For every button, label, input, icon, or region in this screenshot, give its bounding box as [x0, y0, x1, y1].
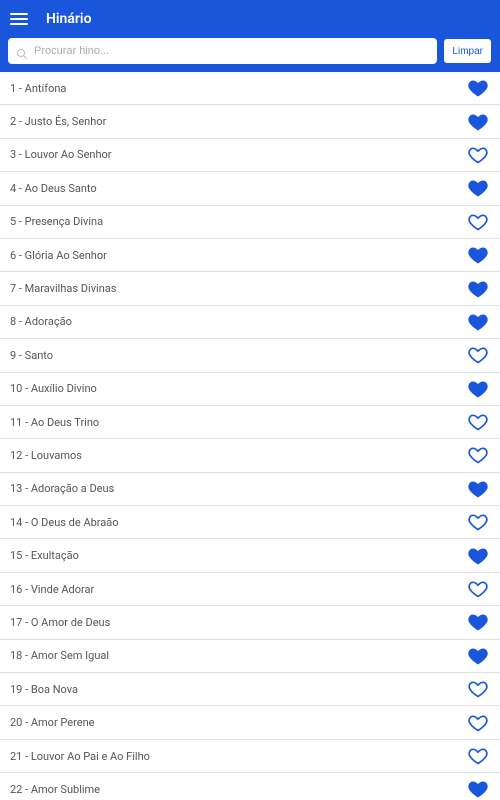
hymn-label: 18 - Amor Sem Igual [10, 649, 109, 662]
hymn-row[interactable]: 7 - Maravilhas Divinas [0, 272, 500, 305]
heart-outline-icon[interactable] [468, 212, 488, 232]
hymn-row[interactable]: 17 - O Amor de Deus [0, 606, 500, 639]
heart-filled-icon[interactable] [468, 312, 488, 332]
hymn-row[interactable]: 1 - Antífona [0, 72, 500, 105]
heart-filled-icon[interactable] [468, 646, 488, 666]
hymn-row[interactable]: 10 - Auxílio Divino [0, 373, 500, 406]
menu-icon[interactable] [10, 8, 32, 30]
hymn-row[interactable]: 2 - Justo És, Senhor [0, 105, 500, 138]
search-input[interactable] [8, 38, 437, 64]
hymn-label: 19 - Boa Nova [10, 683, 78, 696]
hymn-label: 15 - Exultação [10, 549, 79, 562]
hymn-row[interactable]: 20 - Amor Perene [0, 706, 500, 739]
heart-outline-icon[interactable] [468, 579, 488, 599]
heart-outline-icon[interactable] [468, 345, 488, 365]
page-title: Hinário [46, 11, 92, 27]
search-icon [16, 45, 28, 57]
heart-filled-icon[interactable] [468, 279, 488, 299]
search-bar: Limpar [0, 38, 500, 72]
heart-filled-icon[interactable] [468, 112, 488, 132]
heart-outline-icon[interactable] [468, 679, 488, 699]
hymn-row[interactable]: 19 - Boa Nova [0, 673, 500, 706]
hymn-label: 9 - Santo [10, 349, 53, 362]
hymn-label: 6 - Glória Ao Senhor [10, 249, 107, 262]
hymn-label: 21 - Louvor Ao Pai e Ao Filho [10, 750, 150, 763]
clear-button[interactable]: Limpar [443, 38, 492, 64]
hymn-row[interactable]: 22 - Amor Sublime [0, 773, 500, 800]
hymn-label: 1 - Antífona [10, 82, 66, 95]
app-root: Hinário Limpar 1 - Antífona 2 - Justo És,… [0, 0, 500, 800]
app-header: Hinário [0, 0, 500, 38]
heart-filled-icon[interactable] [468, 779, 488, 799]
heart-outline-icon[interactable] [468, 512, 488, 532]
hymn-label: 5 - Presença Divina [10, 215, 103, 228]
search-wrap [8, 38, 437, 64]
hymn-row[interactable]: 9 - Santo [0, 339, 500, 372]
heart-filled-icon[interactable] [468, 546, 488, 566]
hymn-row[interactable]: 3 - Louvor Ao Senhor [0, 139, 500, 172]
hymn-label: 7 - Maravilhas Divinas [10, 282, 116, 295]
heart-outline-icon[interactable] [468, 412, 488, 432]
hymn-row[interactable]: 12 - Louvamos [0, 439, 500, 472]
hymn-label: 12 - Louvamos [10, 449, 82, 462]
heart-filled-icon[interactable] [468, 379, 488, 399]
heart-filled-icon[interactable] [468, 479, 488, 499]
hymn-row[interactable]: 6 - Glória Ao Senhor [0, 239, 500, 272]
hymn-row[interactable]: 11 - Ao Deus Trino [0, 406, 500, 439]
hymn-label: 4 - Ao Deus Santo [10, 182, 97, 195]
hymn-row[interactable]: 21 - Louvor Ao Pai e Ao Filho [0, 740, 500, 773]
hymn-label: 2 - Justo És, Senhor [10, 115, 106, 128]
hymn-row[interactable]: 13 - Adoração a Deus [0, 473, 500, 506]
hymn-label: 14 - O Deus de Abraão [10, 516, 119, 529]
hymn-row[interactable]: 5 - Presença Divina [0, 206, 500, 239]
hymn-label: 22 - Amor Sublime [10, 783, 100, 796]
hymn-label: 11 - Ao Deus Trino [10, 416, 99, 429]
heart-outline-icon[interactable] [468, 746, 488, 766]
hymn-label: 20 - Amor Perene [10, 716, 94, 729]
hymn-label: 3 - Louvor Ao Senhor [10, 148, 112, 161]
hymn-label: 17 - O Amor de Deus [10, 616, 110, 629]
hymn-row[interactable]: 15 - Exultação [0, 539, 500, 572]
hymn-row[interactable]: 4 - Ao Deus Santo [0, 172, 500, 205]
heart-outline-icon[interactable] [468, 445, 488, 465]
hymn-label: 16 - Vinde Adorar [10, 583, 94, 596]
hymn-row[interactable]: 16 - Vinde Adorar [0, 573, 500, 606]
heart-filled-icon[interactable] [468, 245, 488, 265]
heart-filled-icon[interactable] [468, 178, 488, 198]
hymn-label: 8 - Adoração [10, 315, 72, 328]
heart-outline-icon[interactable] [468, 713, 488, 733]
hymn-row[interactable]: 14 - O Deus de Abraão [0, 506, 500, 539]
hymn-label: 10 - Auxílio Divino [10, 382, 97, 395]
heart-outline-icon[interactable] [468, 145, 488, 165]
hymn-row[interactable]: 18 - Amor Sem Igual [0, 640, 500, 673]
hymn-label: 13 - Adoração a Deus [10, 482, 114, 495]
heart-filled-icon[interactable] [468, 78, 488, 98]
hymn-row[interactable]: 8 - Adoração [0, 306, 500, 339]
heart-filled-icon[interactable] [468, 612, 488, 632]
hymn-list[interactable]: 1 - Antífona 2 - Justo És, Senhor 3 - Louv… [0, 72, 500, 800]
